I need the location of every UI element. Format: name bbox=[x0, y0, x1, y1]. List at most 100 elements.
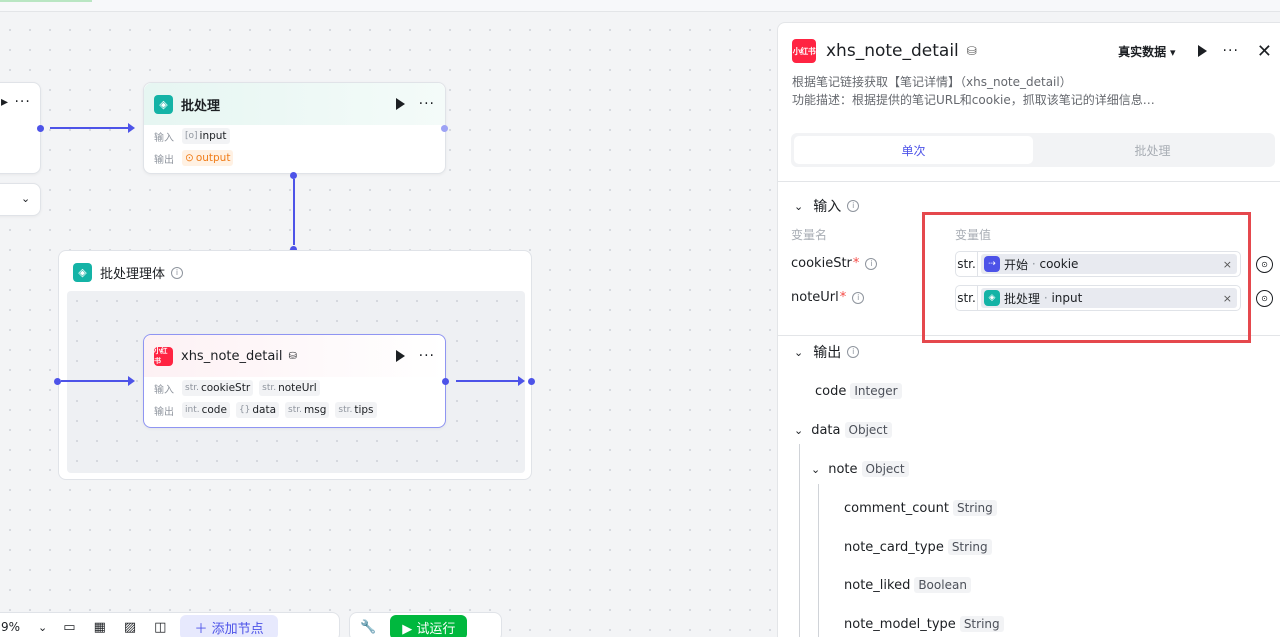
panel-header: 小红书 xhs_note_detail ⛁ 真实数据 ··· ✕ bbox=[792, 39, 1272, 63]
node-input-row: 输入 [o] input bbox=[144, 125, 445, 147]
group-in-port[interactable] bbox=[54, 378, 61, 385]
chevron-down-icon[interactable]: ⌄ bbox=[794, 200, 803, 213]
layers-icon: ◈ bbox=[73, 263, 92, 282]
output-port[interactable] bbox=[441, 125, 448, 132]
arrow-head bbox=[128, 376, 135, 386]
arrow-head bbox=[518, 376, 525, 386]
comment-icon[interactable]: ▭ bbox=[63, 620, 75, 635]
warning-icon: ⊙ bbox=[185, 152, 194, 164]
info-icon[interactable]: i bbox=[852, 291, 865, 304]
zoom-level[interactable]: 9% bbox=[1, 620, 20, 634]
group-title: 批处理理体 bbox=[100, 267, 166, 282]
output-item[interactable]: ⌄ note Object bbox=[811, 461, 909, 477]
output-port[interactable] bbox=[37, 125, 44, 132]
layers-icon: ◈ bbox=[154, 94, 173, 114]
wrench-icon[interactable]: 🔧 bbox=[360, 620, 376, 635]
add-node-button[interactable]: ＋ 添加节点 bbox=[180, 614, 278, 637]
xiaohongshu-icon: 小红书 bbox=[154, 346, 173, 366]
run-node-icon[interactable] bbox=[395, 350, 405, 362]
chevron-down-icon[interactable]: ⌄ bbox=[794, 346, 803, 359]
param-tag: [o] input bbox=[182, 128, 230, 144]
minimap-icon[interactable]: ◫ bbox=[154, 620, 166, 635]
more-icon[interactable]: ··· bbox=[419, 349, 435, 363]
edge bbox=[61, 380, 131, 382]
database-icon: ⛁ bbox=[288, 350, 297, 362]
chevron-down-icon[interactable]: ⌄ bbox=[21, 192, 30, 205]
param-tag: int. code bbox=[182, 402, 230, 418]
section-title: 输出 bbox=[813, 345, 842, 361]
param-name: cookieStr bbox=[200, 382, 251, 394]
more-icon[interactable]: ▸ ··· bbox=[1, 95, 31, 109]
required-mark: * bbox=[852, 256, 860, 271]
type-label: str. bbox=[338, 405, 353, 415]
top-toolbar bbox=[0, 0, 1280, 12]
variable-picker-icon[interactable]: ⊙ bbox=[1256, 290, 1273, 307]
output-type: Boolean bbox=[914, 577, 971, 593]
chevron-down-icon[interactable]: ⌄ bbox=[38, 621, 47, 634]
data-source-select[interactable]: 真实数据 bbox=[1118, 43, 1175, 60]
node-input-row: 输入 str. cookieStr str. noteUrl bbox=[144, 377, 445, 399]
chevron-down-icon[interactable]: ⌄ bbox=[794, 424, 803, 437]
run-node-icon[interactable] bbox=[395, 98, 405, 110]
var-name-noteurl: noteUrl * i bbox=[791, 290, 865, 305]
column-header-name: 变量名 bbox=[791, 228, 828, 242]
edge bbox=[293, 179, 295, 245]
required-mark: * bbox=[839, 290, 847, 305]
type-label: str. bbox=[185, 383, 199, 393]
output-item[interactable]: ⌄ data Object bbox=[794, 422, 892, 438]
output-item: code Integer bbox=[815, 383, 902, 399]
run-toolbar: 🔧 ▶ 试运行 bbox=[349, 612, 502, 637]
output-name: note bbox=[828, 461, 858, 477]
chevron-down-icon[interactable]: ⌄ bbox=[811, 463, 820, 476]
image-icon[interactable]: ▨ bbox=[124, 620, 136, 635]
xiaohongshu-icon: 小红书 bbox=[792, 39, 816, 63]
batch-port[interactable] bbox=[290, 172, 297, 179]
edge bbox=[456, 380, 521, 382]
close-icon[interactable]: ✕ bbox=[1257, 41, 1272, 62]
tree-line bbox=[799, 444, 800, 637]
output-type: String bbox=[959, 616, 1004, 632]
input-section-header[interactable]: ⌄ 输入 i bbox=[794, 196, 860, 216]
collapsed-select[interactable]: ⌄ bbox=[0, 183, 41, 216]
output-name: data bbox=[811, 422, 841, 438]
var-name: cookieStr bbox=[791, 256, 852, 271]
variable-picker-icon[interactable]: ⊙ bbox=[1256, 256, 1273, 273]
trial-run-button[interactable]: ▶ 试运行 bbox=[390, 614, 468, 637]
output-type: Object bbox=[844, 422, 892, 438]
top-accent bbox=[0, 0, 92, 2]
xhs-node[interactable]: 小红书 xhs_note_detail ⛁ ··· 输入 str. cookieS… bbox=[143, 334, 446, 428]
group-out-port[interactable] bbox=[528, 378, 535, 385]
param-name: tips bbox=[354, 404, 374, 416]
info-icon[interactable]: i bbox=[847, 346, 860, 358]
grid-icon[interactable]: ▦ bbox=[94, 620, 106, 635]
input-label: 输入 bbox=[154, 132, 174, 144]
output-name: note_liked bbox=[844, 577, 911, 593]
output-type: Integer bbox=[850, 383, 902, 399]
mode-tabs: 单次 批处理 bbox=[791, 133, 1275, 167]
database-icon: ⛁ bbox=[966, 44, 977, 58]
tree-line bbox=[818, 484, 819, 637]
param-tag: str. cookieStr bbox=[182, 380, 254, 396]
node-output-row: 输出 int. code {} data str. msg str. tips bbox=[144, 399, 445, 421]
output-name: code bbox=[815, 383, 847, 399]
info-icon[interactable]: i bbox=[865, 257, 878, 270]
output-name: note_card_type bbox=[844, 539, 944, 555]
start-node[interactable]: ▸ ··· bbox=[0, 82, 41, 174]
var-name-cookie: cookieStr * i bbox=[791, 256, 878, 271]
output-section-header[interactable]: ⌄ 输出 i bbox=[794, 342, 860, 362]
output-type: String bbox=[947, 539, 992, 555]
batch-node[interactable]: ◈ 批处理 ··· 输入 [o] input 输出 ⊙ output bbox=[143, 82, 446, 174]
info-icon[interactable]: i bbox=[171, 266, 184, 279]
divider bbox=[778, 181, 1280, 182]
section-title: 输入 bbox=[813, 199, 842, 215]
run-node-icon[interactable] bbox=[1197, 45, 1207, 57]
param-tag: ⊙ output bbox=[182, 150, 234, 166]
trial-run-label: 试运行 bbox=[416, 621, 456, 637]
output-port[interactable] bbox=[442, 378, 449, 385]
output-item: note_model_type String bbox=[844, 616, 1004, 632]
info-icon[interactable]: i bbox=[847, 200, 860, 212]
tab-single[interactable]: 单次 bbox=[794, 136, 1033, 164]
tab-batch[interactable]: 批处理 bbox=[1033, 136, 1272, 164]
more-icon[interactable]: ··· bbox=[1223, 44, 1239, 58]
more-icon[interactable]: ··· bbox=[419, 97, 435, 111]
